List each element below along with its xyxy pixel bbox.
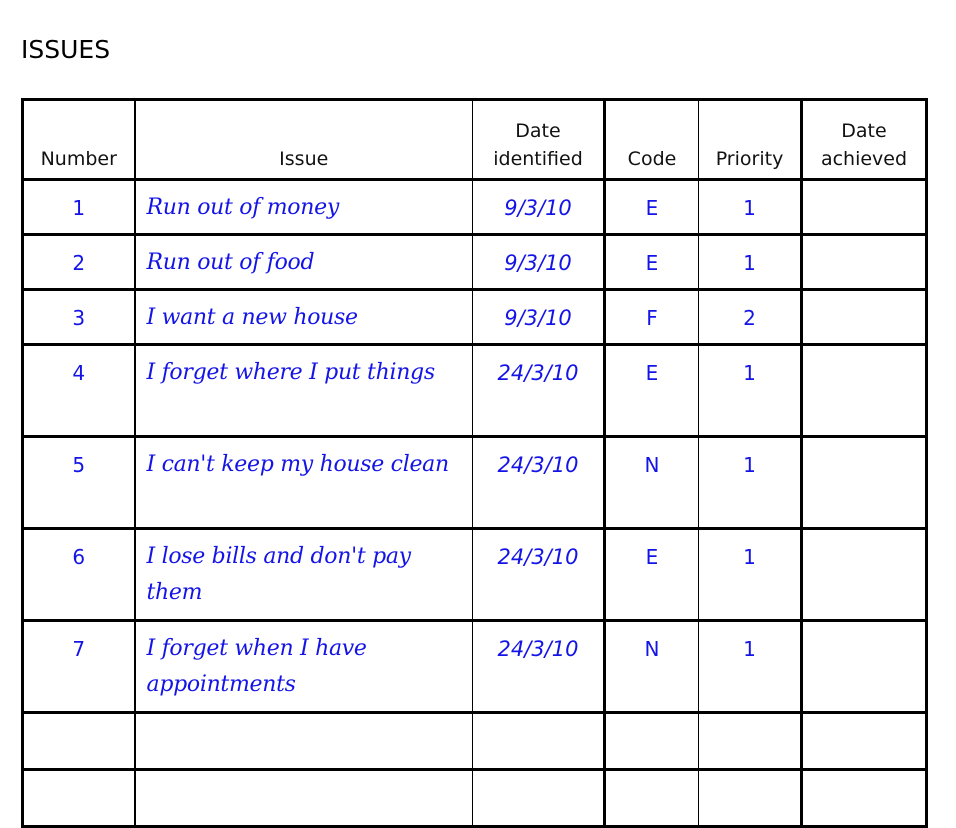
- cell-date-achieved[interactable]: [800, 527, 928, 622]
- table-row: 6 I lose bills and don't pay them 24/3/1…: [21, 527, 928, 622]
- header-date-identified: Date identified: [472, 98, 606, 181]
- header-code: Code: [603, 98, 699, 181]
- cell-number[interactable]: [21, 711, 136, 771]
- header-date-achieved: Date achieved: [800, 98, 928, 181]
- cell-date-achieved[interactable]: [800, 619, 928, 714]
- cell-issue: I lose bills and don't pay them: [133, 527, 473, 622]
- cell-date-achieved[interactable]: [800, 711, 928, 771]
- cell-priority: 1: [698, 435, 803, 530]
- header-number: Number: [21, 98, 136, 181]
- cell-date-achieved[interactable]: [800, 343, 928, 438]
- cell-code: E: [603, 178, 699, 236]
- cell-code: N: [603, 619, 699, 714]
- cell-date-identified: 24/3/10: [472, 435, 606, 530]
- cell-date-identified: 9/3/10: [472, 288, 606, 346]
- header-priority: Priority: [698, 98, 803, 181]
- cell-number: 5: [21, 435, 136, 530]
- cell-code: E: [603, 527, 699, 622]
- header-row: Number Issue Date identified Code Priorit…: [21, 98, 928, 181]
- cell-issue: I forget where I put things: [133, 343, 473, 438]
- cell-priority: 1: [698, 178, 803, 236]
- cell-priority: 1: [698, 619, 803, 714]
- cell-code[interactable]: [603, 711, 699, 771]
- cell-priority[interactable]: [698, 711, 803, 771]
- cell-priority[interactable]: [698, 768, 803, 828]
- cell-issue: I want a new house: [133, 288, 473, 346]
- cell-date-identified[interactable]: [472, 711, 606, 771]
- table-row: 5 I can't keep my house clean 24/3/10 N …: [21, 435, 928, 530]
- cell-code: E: [603, 343, 699, 438]
- cell-issue: I forget when I have appointments: [133, 619, 473, 714]
- cell-number: 2: [21, 233, 136, 291]
- page-title: ISSUES: [21, 35, 111, 64]
- cell-issue: Run out of money: [133, 178, 473, 236]
- cell-number: 3: [21, 288, 136, 346]
- table-row-empty: [21, 711, 928, 771]
- table-row: 1 Run out of money 9/3/10 E 1: [21, 178, 928, 236]
- cell-date-identified: 24/3/10: [472, 619, 606, 714]
- cell-issue[interactable]: [133, 768, 473, 828]
- cell-issue: I can't keep my house clean: [133, 435, 473, 530]
- cell-code: F: [603, 288, 699, 346]
- cell-code[interactable]: [603, 768, 699, 828]
- table-row: 2 Run out of food 9/3/10 E 1: [21, 233, 928, 291]
- cell-date-identified: 24/3/10: [472, 343, 606, 438]
- table-row-empty: [21, 768, 928, 828]
- table-row: 7 I forget when I have appointments 24/3…: [21, 619, 928, 714]
- header-issue: Issue: [133, 98, 473, 181]
- cell-number[interactable]: [21, 768, 136, 828]
- cell-number: 1: [21, 178, 136, 236]
- cell-date-achieved[interactable]: [800, 178, 928, 236]
- cell-priority: 1: [698, 343, 803, 438]
- cell-date-identified: 24/3/10: [472, 527, 606, 622]
- cell-priority: 1: [698, 233, 803, 291]
- cell-issue: Run out of food: [133, 233, 473, 291]
- cell-priority: 2: [698, 288, 803, 346]
- cell-issue[interactable]: [133, 711, 473, 771]
- cell-date-identified[interactable]: [472, 768, 606, 828]
- cell-code: N: [603, 435, 699, 530]
- cell-date-achieved[interactable]: [800, 435, 928, 530]
- cell-date-achieved[interactable]: [800, 233, 928, 291]
- table-row: 4 I forget where I put things 24/3/10 E …: [21, 343, 928, 438]
- cell-date-identified: 9/3/10: [472, 178, 606, 236]
- cell-code: E: [603, 233, 699, 291]
- cell-number: 6: [21, 527, 136, 622]
- issues-table: Number Issue Date identified Code Priorit…: [21, 98, 928, 828]
- cell-date-achieved[interactable]: [800, 288, 928, 346]
- cell-priority: 1: [698, 527, 803, 622]
- cell-number: 7: [21, 619, 136, 714]
- cell-date-identified: 9/3/10: [472, 233, 606, 291]
- cell-number: 4: [21, 343, 136, 438]
- table-row: 3 I want a new house 9/3/10 F 2: [21, 288, 928, 346]
- cell-date-achieved[interactable]: [800, 768, 928, 828]
